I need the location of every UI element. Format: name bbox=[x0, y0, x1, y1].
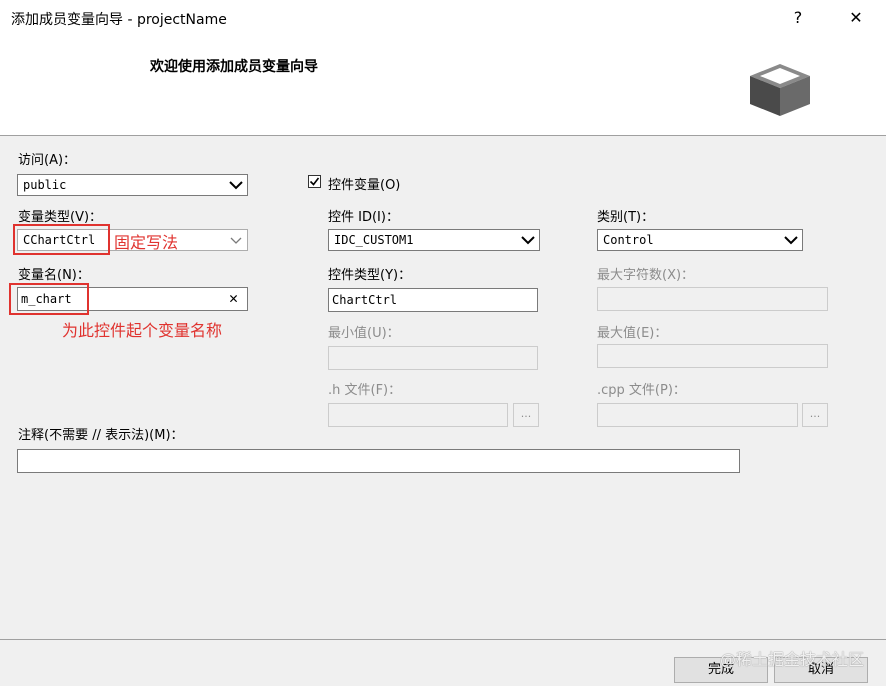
annotation-box-var-type bbox=[13, 224, 110, 255]
cpp-file-browse-button[interactable]: ... bbox=[802, 403, 828, 427]
max-value-label: 最大值(E)： bbox=[597, 326, 668, 341]
min-value-label: 最小值(U)： bbox=[328, 326, 400, 341]
help-button[interactable]: ? bbox=[778, 3, 818, 33]
footer-divider bbox=[0, 639, 886, 640]
control-id-value: IDC_CUSTOM1 bbox=[334, 233, 414, 247]
close-button[interactable]: ✕ bbox=[836, 3, 876, 33]
control-id-combo[interactable]: IDC_CUSTOM1 bbox=[328, 229, 540, 251]
comment-label: 注释(不需要 // 表示法)(M)： bbox=[18, 428, 184, 443]
wizard-heading: 欢迎使用添加成员变量向导 bbox=[150, 59, 318, 75]
cpp-file-label: .cpp 文件(P)： bbox=[597, 383, 686, 398]
max-chars-input[interactable] bbox=[597, 287, 828, 311]
annotation-fixed-syntax: 固定写法 bbox=[114, 233, 179, 252]
max-value-input[interactable] bbox=[597, 344, 828, 368]
h-file-input[interactable] bbox=[328, 403, 508, 427]
box-icon bbox=[750, 64, 810, 116]
control-type-label: 控件类型(Y)： bbox=[328, 268, 412, 283]
clear-icon[interactable]: ✕ bbox=[229, 291, 241, 306]
var-type-label: 变量类型(V)： bbox=[18, 210, 103, 225]
category-label: 类别(T)： bbox=[597, 210, 655, 225]
access-label: 访问(A)： bbox=[18, 153, 77, 168]
chevron-down-icon bbox=[230, 237, 242, 244]
min-value-input[interactable] bbox=[328, 346, 538, 370]
var-name-label: 变量名(N)： bbox=[18, 268, 90, 283]
comment-input[interactable] bbox=[17, 449, 740, 473]
category-combo[interactable]: Control bbox=[597, 229, 803, 251]
chevron-down-icon bbox=[784, 236, 798, 245]
checkmark-icon bbox=[309, 177, 320, 186]
h-file-browse-button[interactable]: ... bbox=[513, 403, 539, 427]
control-id-label: 控件 ID(I)： bbox=[328, 210, 399, 225]
annotation-box-var-name bbox=[9, 283, 89, 315]
access-combo[interactable]: public bbox=[17, 174, 248, 196]
control-type-value: ChartCtrl bbox=[332, 293, 398, 307]
control-type-input[interactable]: ChartCtrl bbox=[328, 288, 538, 312]
chevron-down-icon bbox=[229, 181, 243, 190]
control-var-checkbox[interactable] bbox=[308, 175, 321, 188]
annotation-name-hint: 为此控件起个变量名称 bbox=[62, 321, 223, 340]
category-value: Control bbox=[603, 233, 654, 247]
window-title: 添加成员变量向导 - projectName bbox=[11, 12, 227, 28]
cpp-file-input[interactable] bbox=[597, 403, 798, 427]
chevron-down-icon bbox=[521, 236, 535, 245]
watermark: @稀土掘金技术社区 bbox=[719, 650, 864, 669]
control-var-label[interactable]: 控件变量(O) bbox=[328, 174, 400, 193]
max-chars-label: 最大字符数(X)： bbox=[597, 268, 695, 283]
h-file-label: .h 文件(F)： bbox=[328, 383, 402, 398]
access-value: public bbox=[23, 178, 67, 192]
